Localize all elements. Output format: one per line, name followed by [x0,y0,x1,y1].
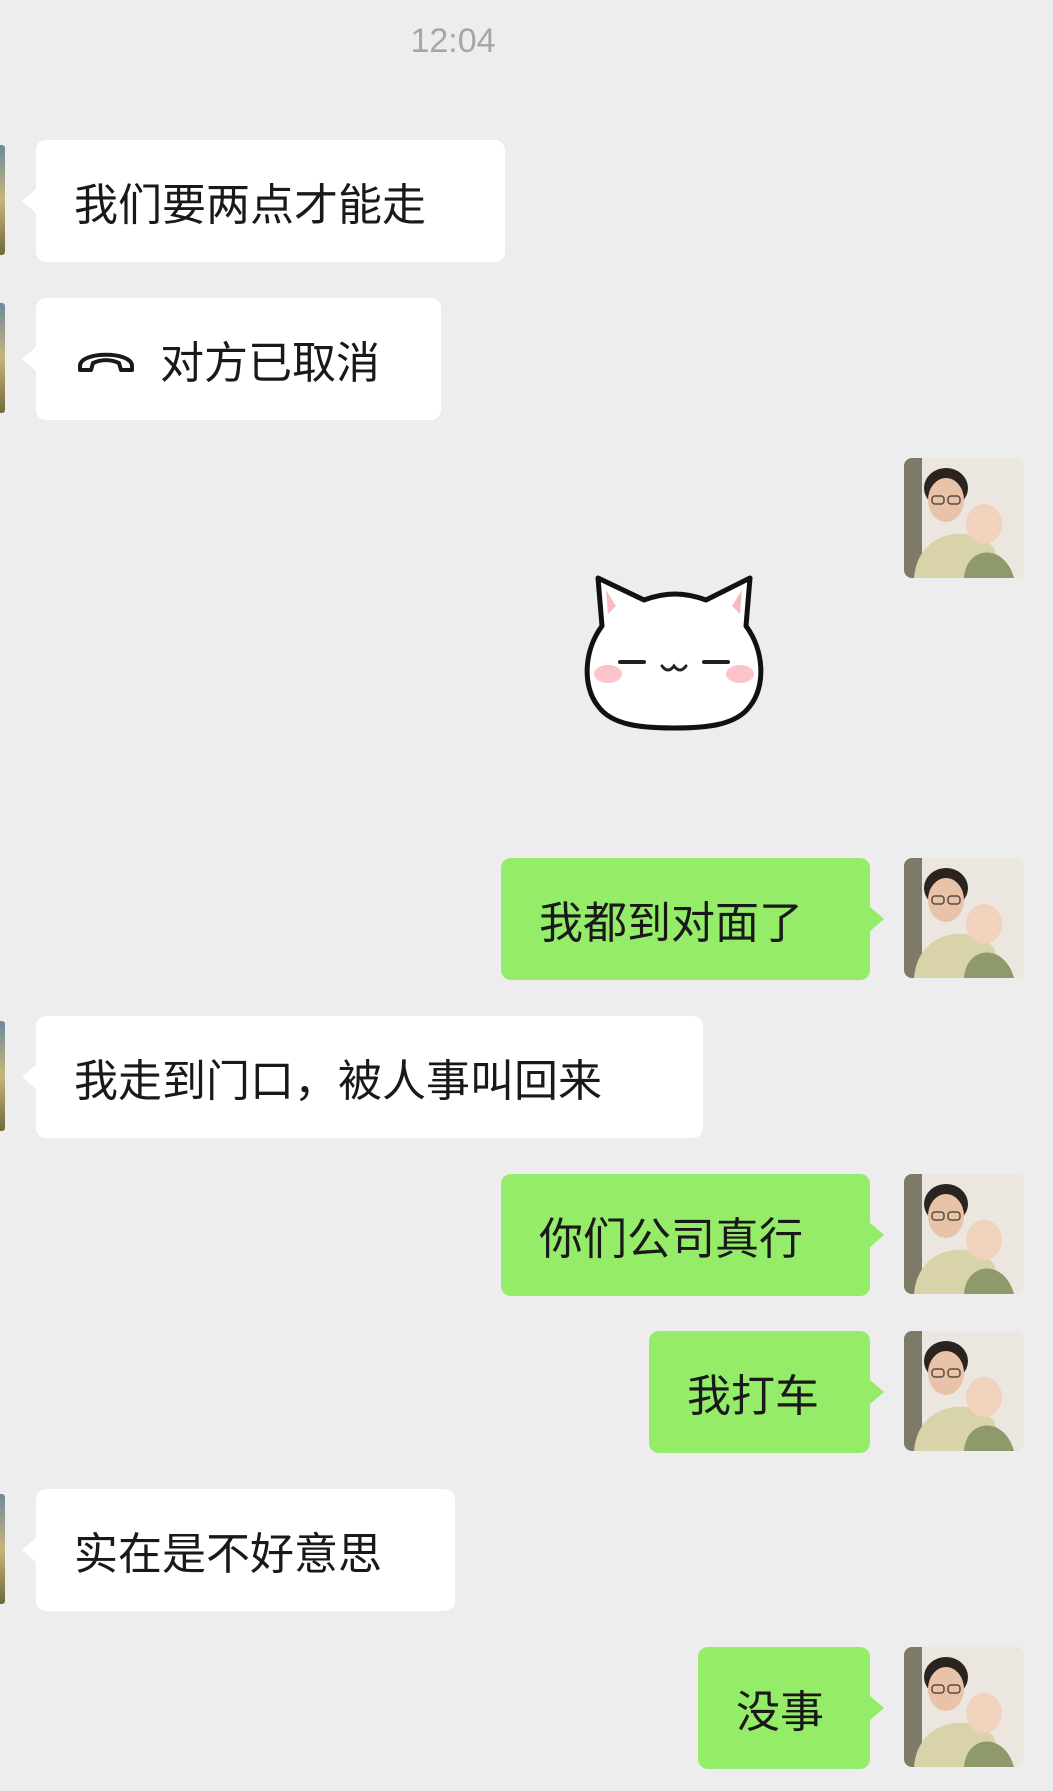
avatar-photo [904,1647,1024,1767]
message-timestamp: 12:04 [410,22,496,60]
my-avatar[interactable] [904,1174,1024,1294]
contact-avatar[interactable] [0,1021,5,1131]
my-avatar[interactable] [904,1331,1024,1451]
message-text: 你们公司真行 [539,1214,803,1265]
sent-message-bubble[interactable]: 我打车 [649,1331,884,1453]
my-avatar[interactable] [904,1647,1024,1767]
message-text: 我们要两点才能走 [74,180,426,231]
contact-avatar[interactable] [0,303,5,413]
sent-message-bubble[interactable]: 没事 [698,1647,884,1769]
call-record-bubble[interactable]: 对方已取消 [22,298,441,420]
my-avatar[interactable] [904,458,1024,578]
message-text: 实在是不好意思 [74,1529,382,1580]
contact-avatar[interactable] [0,1494,5,1604]
message-text: 我走到门口，被人事叫回来 [74,1056,602,1107]
received-message-bubble[interactable]: 我们要两点才能走 [22,140,505,262]
message-text: 没事 [736,1687,824,1738]
phone-hangup-icon [78,352,134,372]
sent-message-bubble[interactable]: 你们公司真行 [501,1174,884,1296]
sent-message-bubble[interactable]: 我都到对面了 [501,858,884,980]
message-text: 我都到对面了 [539,898,803,949]
message-text: 我打车 [687,1371,819,1422]
avatar-photo [904,858,1024,978]
contact-avatar[interactable] [0,145,5,255]
received-message-bubble[interactable]: 实在是不好意思 [22,1489,455,1611]
avatar-photo [904,458,1024,578]
call-status-text: 对方已取消 [160,338,380,389]
avatar-photo [904,1331,1024,1451]
received-message-bubble[interactable]: 我走到门口，被人事叫回来 [22,1016,703,1138]
avatar-photo [904,1174,1024,1294]
my-avatar[interactable] [904,858,1024,978]
white-cat-sticker[interactable] [574,566,774,732]
